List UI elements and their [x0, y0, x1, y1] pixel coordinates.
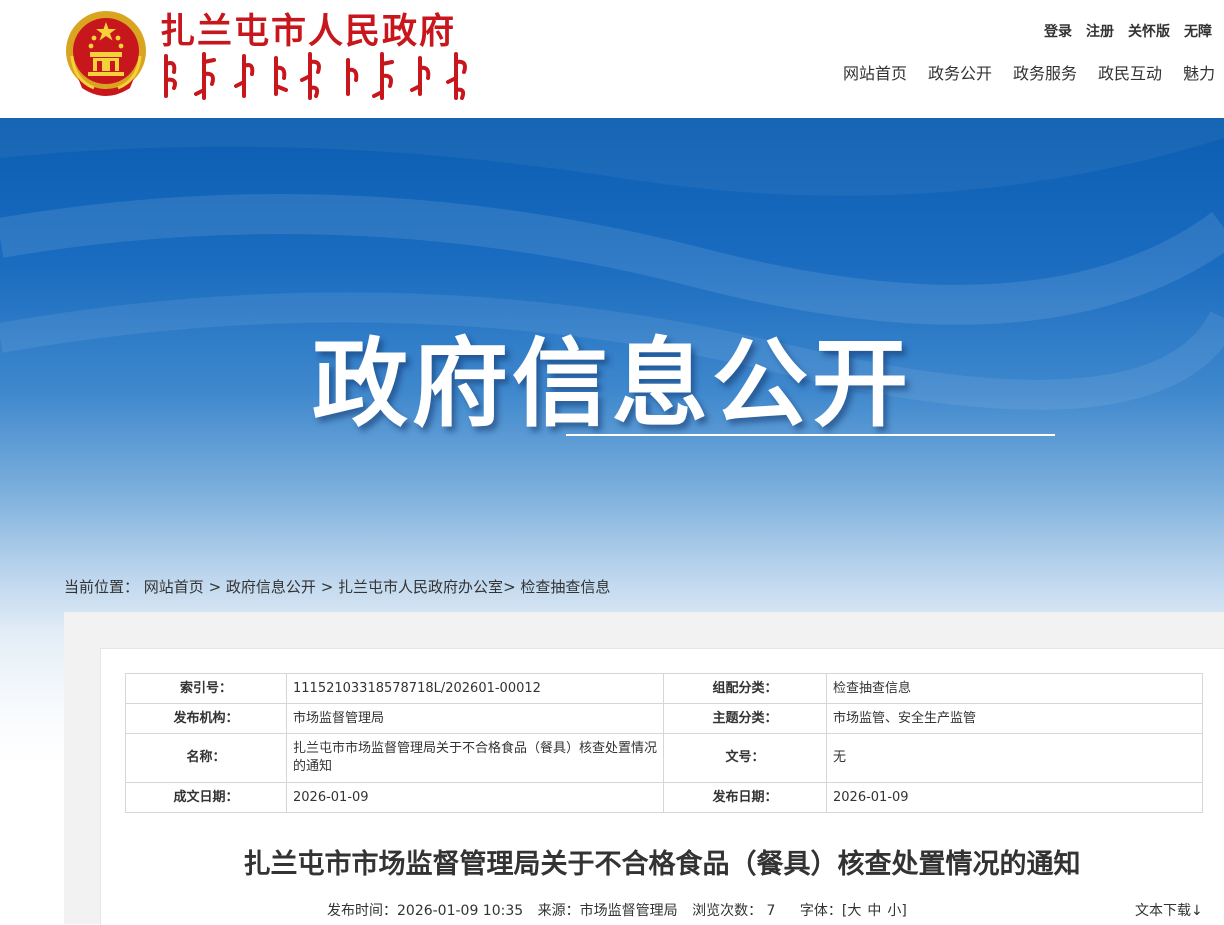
table-row: 成文日期： 2026-01-09 发布日期： 2026-01-09 — [125, 782, 1203, 813]
breadcrumb: 当前位置： 网站首页 > 政府信息公开 > 扎兰屯市人民政府办公室> 检查抽查信… — [64, 576, 610, 597]
name-label: 名称： — [125, 733, 287, 783]
breadcrumb-home[interactable]: 网站首页 — [144, 578, 204, 596]
index-number-value: 11152103318578718L/202601-00012 — [286, 673, 664, 704]
publish-date-value: 2026-01-09 — [826, 782, 1203, 813]
font-size-label: 字体： — [799, 903, 842, 919]
breadcrumb-separator: > — [203, 578, 226, 596]
article-source: 来源：市场监督管理局 — [537, 903, 678, 919]
font-size-medium[interactable]: 中 — [867, 903, 881, 919]
breadcrumb-separator: > — [503, 578, 521, 596]
font-size-bracket-close: ] — [901, 903, 907, 919]
doc-number-value: 无 — [826, 733, 1203, 783]
category-label: 组配分类： — [663, 673, 827, 704]
breadcrumb-inspection-info[interactable]: 检查抽查信息 — [520, 578, 610, 596]
publish-time: 发布时间：2026-01-09 10:35 — [327, 903, 524, 919]
doc-number-label: 文号： — [663, 733, 827, 783]
accessibility-link[interactable]: 无障 — [1184, 24, 1212, 40]
site-title: 扎兰屯市人民政府 — [160, 12, 457, 52]
elder-version-link[interactable]: 关怀版 — [1128, 24, 1170, 40]
mongolian-script-title — [164, 52, 467, 100]
breadcrumb-separator: > — [315, 578, 339, 596]
nav-gov-affairs-open[interactable]: 政务公开 — [928, 64, 992, 83]
name-value: 扎兰屯市市场监督管理局关于不合格食品（餐具）核查处置情况的通知 — [286, 733, 664, 783]
nav-charm[interactable]: 魅力 — [1183, 64, 1215, 83]
info-meta-table: 索引号： 11152103318578718L/202601-00012 组配分… — [125, 673, 1203, 813]
font-size-small[interactable]: 小 — [887, 903, 901, 919]
publisher-value: 市场监督管理局 — [286, 703, 664, 734]
breadcrumb-prefix: 当前位置： — [64, 578, 140, 596]
nav-gov-services[interactable]: 政务服务 — [1013, 64, 1077, 83]
register-link[interactable]: 注册 — [1086, 24, 1114, 40]
national-emblem-icon — [66, 11, 146, 96]
publish-date-label: 发布日期： — [663, 782, 827, 813]
table-row: 名称： 扎兰屯市市场监督管理局关于不合格食品（餐具）核查处置情况的通知 文号： … — [125, 733, 1203, 783]
topic-label: 主题分类： — [663, 703, 827, 734]
breadcrumb-gov-info[interactable]: 政府信息公开 — [226, 578, 316, 596]
main-nav: 网站首页 政务公开 政务服务 政民互动 魅力 — [843, 60, 1224, 84]
utility-links: 登录 注册 关怀版 无障 — [1044, 21, 1224, 41]
site-header: 扎兰屯市人民政府 登录 注册 关怀版 无障 网站首页 政务公开 政务服务 政民互动 魅力 — [0, 0, 1224, 118]
banner-title: 政府信息公开 — [312, 328, 912, 440]
category-value: 检查抽查信息 — [826, 673, 1203, 704]
breadcrumb-office[interactable]: 扎兰屯市人民政府办公室 — [338, 578, 503, 596]
login-link[interactable]: 登录 — [1044, 24, 1072, 40]
written-date-label: 成文日期： — [125, 782, 287, 813]
table-row: 发布机构： 市场监督管理局 主题分类： 市场监管、安全生产监管 — [125, 703, 1203, 734]
written-date-value: 2026-01-09 — [286, 782, 664, 813]
article-meta-line: 发布时间：2026-01-09 10:35 来源：市场监督管理局 浏览次数： 7… — [327, 900, 907, 920]
nav-interaction[interactable]: 政民互动 — [1098, 64, 1162, 83]
font-size-large[interactable]: 大 — [847, 903, 861, 919]
table-row: 索引号： 11152103318578718L/202601-00012 组配分… — [125, 673, 1203, 704]
nav-home[interactable]: 网站首页 — [843, 64, 907, 83]
banner-underline — [566, 434, 1055, 436]
article-title: 扎兰屯市市场监督管理局关于不合格食品（餐具）核查处置情况的通知 — [243, 849, 1081, 880]
view-count: 浏览次数： 7 — [692, 903, 776, 919]
index-number-label: 索引号： — [125, 673, 287, 704]
publisher-label: 发布机构： — [125, 703, 287, 734]
text-download-link[interactable]: 文本下载↓ — [1135, 900, 1203, 920]
topic-value: 市场监管、安全生产监管 — [826, 703, 1203, 734]
